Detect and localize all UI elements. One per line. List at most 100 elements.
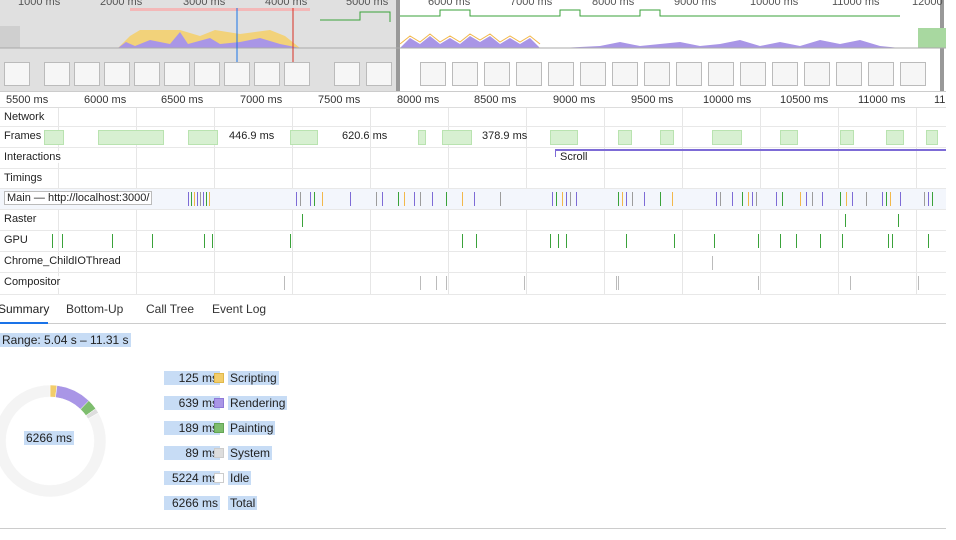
main-thread-task[interactable] xyxy=(644,192,645,206)
main-thread-task[interactable] xyxy=(566,192,567,206)
main-thread-task[interactable] xyxy=(866,192,867,206)
gpu-task[interactable] xyxy=(780,234,781,248)
main-thread-task[interactable] xyxy=(626,192,627,206)
track-timings[interactable]: Timings xyxy=(0,169,946,189)
main-thread-task[interactable] xyxy=(720,192,721,206)
tab-event-log[interactable]: Event Log xyxy=(212,302,266,316)
gpu-task[interactable] xyxy=(820,234,821,248)
screenshot-thumbnail[interactable] xyxy=(772,62,798,86)
tab-bottom-up[interactable]: Bottom-Up xyxy=(66,302,123,316)
main-thread-task[interactable] xyxy=(414,192,415,206)
main-thread-task[interactable] xyxy=(552,192,553,206)
screenshot-thumbnail[interactable] xyxy=(868,62,894,86)
main-thread-task[interactable] xyxy=(852,192,853,206)
main-thread-task[interactable] xyxy=(376,192,377,206)
track-interactions[interactable]: Interactions Scroll xyxy=(0,148,946,169)
tab-summary[interactable]: Summary xyxy=(0,302,49,316)
main-thread-task[interactable] xyxy=(900,192,901,206)
track-frames[interactable]: Frames 446.9 ms 620.6 ms 378.9 ms xyxy=(0,127,946,148)
frame-block[interactable] xyxy=(442,130,472,145)
screenshot-thumbnail[interactable] xyxy=(580,62,606,86)
screenshot-thumbnail[interactable] xyxy=(334,62,360,86)
compositor-task[interactable] xyxy=(850,276,851,290)
gpu-task[interactable] xyxy=(290,234,291,248)
gpu-task[interactable] xyxy=(626,234,627,248)
compositor-task[interactable] xyxy=(918,276,919,290)
main-thread-task[interactable] xyxy=(474,192,475,206)
main-thread-task[interactable] xyxy=(924,192,925,206)
main-thread-task[interactable] xyxy=(742,192,743,206)
main-thread-task[interactable] xyxy=(462,192,463,206)
compositor-task[interactable] xyxy=(284,276,285,290)
screenshot-thumbnail[interactable] xyxy=(254,62,280,86)
main-thread-task[interactable] xyxy=(420,192,421,206)
main-thread-task[interactable] xyxy=(748,192,749,206)
main-thread-task[interactable] xyxy=(314,192,315,206)
frame-block[interactable] xyxy=(712,130,742,145)
gpu-task[interactable] xyxy=(566,234,567,248)
compositor-task[interactable] xyxy=(616,276,617,290)
gpu-task[interactable] xyxy=(212,234,213,248)
main-thread-task[interactable] xyxy=(716,192,717,206)
compositor-task[interactable] xyxy=(436,276,437,290)
frame-block[interactable] xyxy=(44,130,64,145)
main-thread-task[interactable] xyxy=(632,192,633,206)
frame-block[interactable] xyxy=(418,130,426,145)
compositor-task[interactable] xyxy=(618,276,619,290)
screenshot-thumbnail[interactable] xyxy=(548,62,574,86)
main-thread-task[interactable] xyxy=(296,192,297,206)
main-thread-task[interactable] xyxy=(932,192,933,206)
main-thread-task[interactable] xyxy=(300,192,301,206)
gpu-task[interactable] xyxy=(62,234,63,248)
track-raster[interactable]: Raster xyxy=(0,210,946,231)
gpu-task[interactable] xyxy=(796,234,797,248)
main-thread-task[interactable] xyxy=(846,192,847,206)
screenshot-thumbnail[interactable] xyxy=(676,62,702,86)
screenshot-thumbnail[interactable] xyxy=(516,62,542,86)
track-network[interactable]: Network xyxy=(0,108,946,127)
gpu-task[interactable] xyxy=(550,234,551,248)
screenshot-thumbnail[interactable] xyxy=(194,62,220,86)
scroll-interaction-bar[interactable] xyxy=(556,149,946,151)
frame-block[interactable] xyxy=(660,130,674,145)
main-thread-task[interactable] xyxy=(570,192,571,206)
gpu-task[interactable] xyxy=(758,234,759,248)
main-thread-task[interactable] xyxy=(672,192,673,206)
main-thread-task[interactable] xyxy=(882,192,883,206)
main-thread-task[interactable] xyxy=(200,192,201,206)
gpu-task[interactable] xyxy=(152,234,153,248)
main-thread-task[interactable] xyxy=(398,192,399,206)
compositor-task[interactable] xyxy=(524,276,525,290)
compositor-task[interactable] xyxy=(446,276,447,290)
screenshot-thumbnail[interactable] xyxy=(284,62,310,86)
screenshot-thumbnail[interactable] xyxy=(74,62,100,86)
main-thread-task[interactable] xyxy=(209,192,210,206)
main-thread-task[interactable] xyxy=(197,192,198,206)
screenshot-thumbnail[interactable] xyxy=(452,62,478,86)
screenshot-thumbnail[interactable] xyxy=(44,62,70,86)
frame-block[interactable] xyxy=(926,130,938,145)
main-thread-task[interactable] xyxy=(203,192,204,206)
compositor-task[interactable] xyxy=(758,276,759,290)
raster-task[interactable] xyxy=(302,214,303,227)
frame-block[interactable] xyxy=(618,130,632,145)
frame-block[interactable] xyxy=(840,130,854,145)
screenshot-thumbnail[interactable] xyxy=(804,62,830,86)
tab-call-tree[interactable]: Call Tree xyxy=(146,302,194,316)
screenshot-thumbnail[interactable] xyxy=(484,62,510,86)
main-thread-task[interactable] xyxy=(806,192,807,206)
main-thread-task[interactable] xyxy=(562,192,563,206)
track-compositor[interactable]: Compositor xyxy=(0,273,946,295)
main-thread-task[interactable] xyxy=(890,192,891,206)
frame-block[interactable] xyxy=(290,130,318,145)
screenshot-thumbnail[interactable] xyxy=(740,62,766,86)
screenshot-thumbnail[interactable] xyxy=(708,62,734,86)
main-thread-task[interactable] xyxy=(756,192,757,206)
screenshot-thumbnail[interactable] xyxy=(836,62,862,86)
gpu-task[interactable] xyxy=(462,234,463,248)
main-thread-task[interactable] xyxy=(188,192,189,206)
gpu-task[interactable] xyxy=(52,234,53,248)
main-thread-task[interactable] xyxy=(782,192,783,206)
frame-block[interactable] xyxy=(780,130,798,145)
gpu-task[interactable] xyxy=(842,234,843,248)
